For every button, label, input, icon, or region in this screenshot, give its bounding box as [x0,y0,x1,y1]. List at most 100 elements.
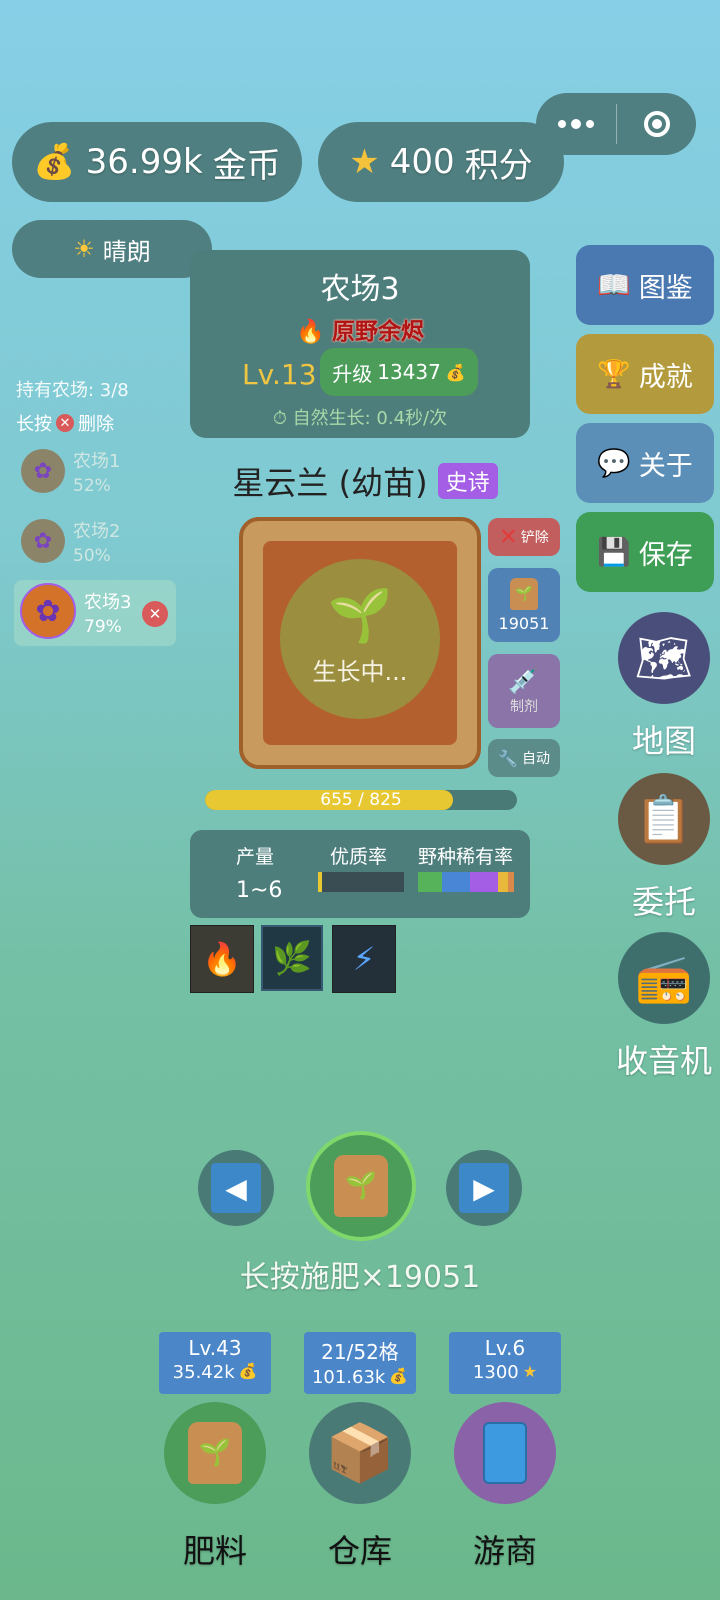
gold-display: 💰 36.99k 金币 [12,122,302,202]
wild-rarity-label: 野种稀有率 [418,846,514,868]
merchant-menu-button[interactable] [454,1402,556,1504]
warehouse-menu-button[interactable]: 📦 [309,1402,411,1504]
map-label: 地图 [631,722,696,760]
warehouse-badge: 21/52格 101.63k 💰 [304,1332,416,1394]
quality-bar [318,872,404,892]
money-bag-icon: 💰 [33,142,76,182]
potion-button[interactable]: 💉 制剂 [488,654,560,728]
map-icon: 🗺 [634,630,694,685]
fertilize-hint: 长按施肥×19051 [239,1260,481,1295]
farm-item-name: 农场3 [84,592,132,613]
book-icon: 📖 [597,270,631,301]
gold-value: 36.99k [85,142,203,182]
delete-icon: ✕ [56,414,74,432]
fertilizer-level: Lv.43 [188,1336,242,1360]
farm-info-panel: 农场3 🔥 原野余烬 Lv.13 升级 13437 💰 ⏱ 自然生长: 0.4秒… [190,250,530,438]
buff-nature-icon[interactable]: 🌿 [261,925,323,991]
collection-label: 图鉴 [638,272,693,304]
sprout-icon: 🌱 [327,586,393,646]
farm-thumbnail: ✿ [21,519,65,563]
growth-rate-text: 自然生长: 0.4秒/次 [292,408,448,429]
farm-title-text: 原野余烬 [331,319,424,345]
achievements-label: 成就 [638,361,693,393]
points-unit: 积分 [464,145,533,186]
fertilizer-menu-button[interactable]: 🌱 [164,1402,266,1504]
next-button[interactable]: ▶ [446,1150,522,1226]
potion-label: 制剂 [510,699,538,715]
yield-label: 产量 [236,846,275,868]
wrench-icon: 🔧 [498,748,518,768]
achievements-button[interactable]: 🏆 成就 [576,334,714,414]
flower-icon: ✿ [35,593,61,629]
arrow-right-icon: ▶ [459,1163,509,1213]
trophy-icon: 🏆 [597,359,631,390]
weather-badge: ☀ 晴朗 [12,220,212,278]
box-icon: 📦 [325,1421,395,1486]
commission-button[interactable]: 📋 [618,773,710,865]
money-bag-icon: 💰 [445,362,466,382]
planting-plot[interactable]: 🌱 生长中... [239,517,481,769]
radio-label: 收音机 [615,1042,712,1080]
upgrade-cost: 13437 [377,360,441,384]
close-miniprogram-button[interactable] [617,111,696,137]
fire-icon: 🔥 [296,319,325,345]
rarity-badge: 史诗 [437,463,498,499]
merchant-label: 游商 [472,1532,537,1570]
merchant-cost: 1300 [472,1362,519,1383]
fertilizer-bag-icon: 🌱 [188,1422,242,1484]
auto-button[interactable]: 🔧 自动 [488,739,560,777]
merchant-level: Lv.6 [484,1336,526,1360]
upgrade-button[interactable]: 升级 13437 💰 [320,348,478,396]
merchant-badge: Lv.6 1300 ★ [449,1332,561,1394]
wild-rarity-bar [418,872,514,892]
warehouse-label: 仓库 [327,1532,392,1570]
floppy-disk-icon: 💾 [597,537,631,568]
remove-button[interactable]: ✕ 铲除 [488,518,560,556]
capsule-menu [536,93,696,155]
timer-icon: ⏱ [272,408,287,429]
map-button[interactable]: 🗺 [618,612,710,704]
syringe-icon: 💉 [507,666,541,696]
quality-label: 优质率 [330,846,388,868]
farm-list-item[interactable]: ✿ 农场2 50% [16,515,176,577]
target-icon [643,111,670,137]
prev-button[interactable]: ◀ [198,1150,274,1226]
collection-button[interactable]: 📖 图鉴 [576,245,714,325]
about-button[interactable]: 💬 关于 [576,423,714,503]
save-button[interactable]: 💾 保存 [576,512,714,592]
farm-item-pct: 79% [84,617,122,637]
more-icon [558,118,594,129]
money-bag-icon: 💰 [389,1367,409,1385]
upgrade-label: 升级 [332,361,373,386]
buff-lightning-icon[interactable]: ⚡ [332,925,396,993]
fertilizer-bag-icon: 🌱 [510,577,538,610]
growth-progress-bar: 655 / 825 [205,790,517,810]
radio-button[interactable]: 📻 [618,932,710,1024]
buff-fire-icon[interactable]: 🔥 [190,925,254,993]
weather-text: 晴朗 [102,237,151,266]
delete-farm-button[interactable]: ✕ [142,601,168,627]
fertilizer-cost: 35.42k [172,1362,235,1383]
sun-icon: ☀ [73,235,95,263]
clipboard-icon: 📋 [635,791,693,846]
plant-circle: 🌱 生长中... [280,559,440,719]
auto-label: 自动 [521,751,550,767]
farms-owned: 持有农场: 3/8 [16,380,129,401]
warehouse-capacity: 21/52格 [321,1340,399,1364]
commission-label: 委托 [631,883,696,921]
fertilizer-action-button[interactable]: 🌱 19051 [488,568,560,642]
farm-thumbnail: ✿ [20,583,76,639]
about-label: 关于 [638,450,693,482]
growth-progress-text: 655 / 825 [320,790,402,810]
gold-unit: 金币 [212,145,281,186]
farm-title: 🔥 原野余烬 [190,312,530,346]
farm-list-item-selected[interactable]: ✿ 农场3 79% ✕ [14,580,176,646]
money-bag-icon: 💰 [238,1362,258,1380]
fertilize-button[interactable]: 🌱 [306,1131,416,1241]
yield-value: 1~6 [236,878,283,903]
more-button[interactable] [536,118,616,129]
arrow-left-icon: ◀ [211,1163,261,1213]
star-icon: ★ [349,142,380,182]
farm-item-pct: 50% [73,546,111,566]
fertilizer-badge: Lv.43 35.42k 💰 [159,1332,271,1394]
